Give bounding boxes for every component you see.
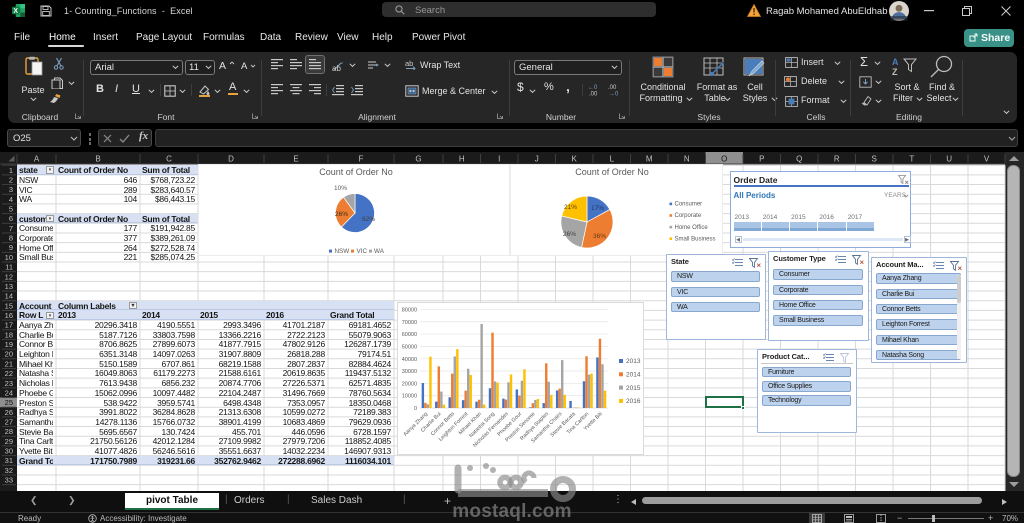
svg-text:21%: 21% [564,204,577,211]
svg-text:R: R [834,155,840,164]
svg-text:70000: 70000 [402,320,417,326]
svg-text:31: 31 [5,456,13,465]
svg-text:ab: ab [332,64,341,72]
svg-text:5: 5 [9,205,13,214]
svg-text:32: 32 [5,466,13,475]
svg-text:Z: Z [892,67,898,77]
svg-text:15: 15 [5,301,13,310]
svg-text:K: K [572,155,578,164]
svg-text:40000: 40000 [402,357,417,363]
svg-text:Small Business: Small Business [675,236,716,242]
svg-text:P: P [759,155,764,164]
svg-text:S: S [872,155,877,164]
svg-text:N: N [684,155,690,164]
svg-text:23: 23 [5,379,13,388]
svg-text:A: A [892,57,899,67]
svg-text:24: 24 [5,388,13,397]
svg-text:G: G [415,155,421,164]
svg-text:26%: 26% [335,211,348,218]
svg-text:ab: ab [405,59,413,68]
svg-text:8: 8 [9,234,13,243]
svg-text:T: T [909,155,914,164]
svg-text:←0: ←0 [588,85,598,91]
svg-text:H: H [459,155,465,164]
svg-text:16: 16 [5,311,13,320]
svg-text:19: 19 [5,340,13,349]
svg-text:62%: 62% [362,216,375,223]
svg-text:V: V [984,155,990,164]
svg-text:U: U [946,155,952,164]
svg-text:9: 9 [9,243,13,252]
svg-text:Home Office: Home Office [675,224,709,230]
svg-text:O: O [721,155,727,164]
svg-text:50000: 50000 [402,344,417,350]
svg-text:1: 1 [9,166,13,175]
svg-text:60000: 60000 [402,332,417,338]
svg-text:18: 18 [5,330,13,339]
svg-text:21: 21 [5,359,13,368]
svg-text:13: 13 [5,282,13,291]
svg-text:29: 29 [5,437,13,446]
svg-text:14: 14 [5,292,13,301]
svg-text:X: X [13,8,18,15]
svg-text:0: 0 [414,406,417,412]
svg-text:10%: 10% [334,185,347,192]
svg-text:20000: 20000 [402,381,417,387]
svg-text:NSW: NSW [335,248,350,255]
svg-text:20: 20 [5,350,13,359]
svg-text:2013: 2013 [626,358,641,365]
svg-text:25: 25 [5,398,13,407]
svg-text:4: 4 [9,195,13,204]
svg-text:30: 30 [5,447,13,456]
svg-text:17%: 17% [591,205,604,212]
svg-text:L: L [610,155,615,164]
svg-text:M: M [646,155,653,164]
svg-text:VIC: VIC [357,248,368,255]
svg-text:B: B [95,155,100,164]
svg-text:26%: 26% [563,231,576,238]
svg-text:26: 26 [5,408,13,417]
svg-text:Q: Q [796,155,802,164]
svg-text:7: 7 [9,224,13,233]
svg-text:10000: 10000 [402,394,417,400]
svg-text:12: 12 [5,272,13,281]
svg-text:10: 10 [5,253,13,262]
svg-text:30000: 30000 [402,369,417,375]
svg-text:.00: .00 [608,85,617,91]
svg-text:Consumer: Consumer [675,201,703,207]
svg-text:D: D [228,155,234,164]
svg-text:22: 22 [5,369,13,378]
svg-text:2: 2 [9,175,13,184]
svg-text:C: C [166,155,172,164]
svg-text:2015: 2015 [626,385,641,392]
svg-text:F: F [359,155,364,164]
svg-text:→0: →0 [609,92,619,97]
svg-text:28: 28 [5,427,13,436]
svg-text:36%: 36% [593,233,606,240]
svg-text:3: 3 [9,185,13,194]
svg-text:2014: 2014 [626,372,641,379]
svg-text:80000: 80000 [402,308,417,314]
svg-text:27: 27 [5,417,13,426]
svg-text:J: J [535,155,539,164]
svg-text:Corporate: Corporate [675,213,702,219]
svg-text:11: 11 [5,263,13,272]
svg-text:A: A [34,155,40,164]
svg-text:WA: WA [374,248,385,255]
svg-text:17: 17 [5,321,13,330]
svg-text:.00: .00 [589,92,598,97]
svg-text:6: 6 [9,214,13,223]
svg-text:2016: 2016 [626,398,641,405]
svg-text:33: 33 [5,476,13,485]
svg-text:I: I [498,155,500,164]
svg-text:E: E [293,155,298,164]
